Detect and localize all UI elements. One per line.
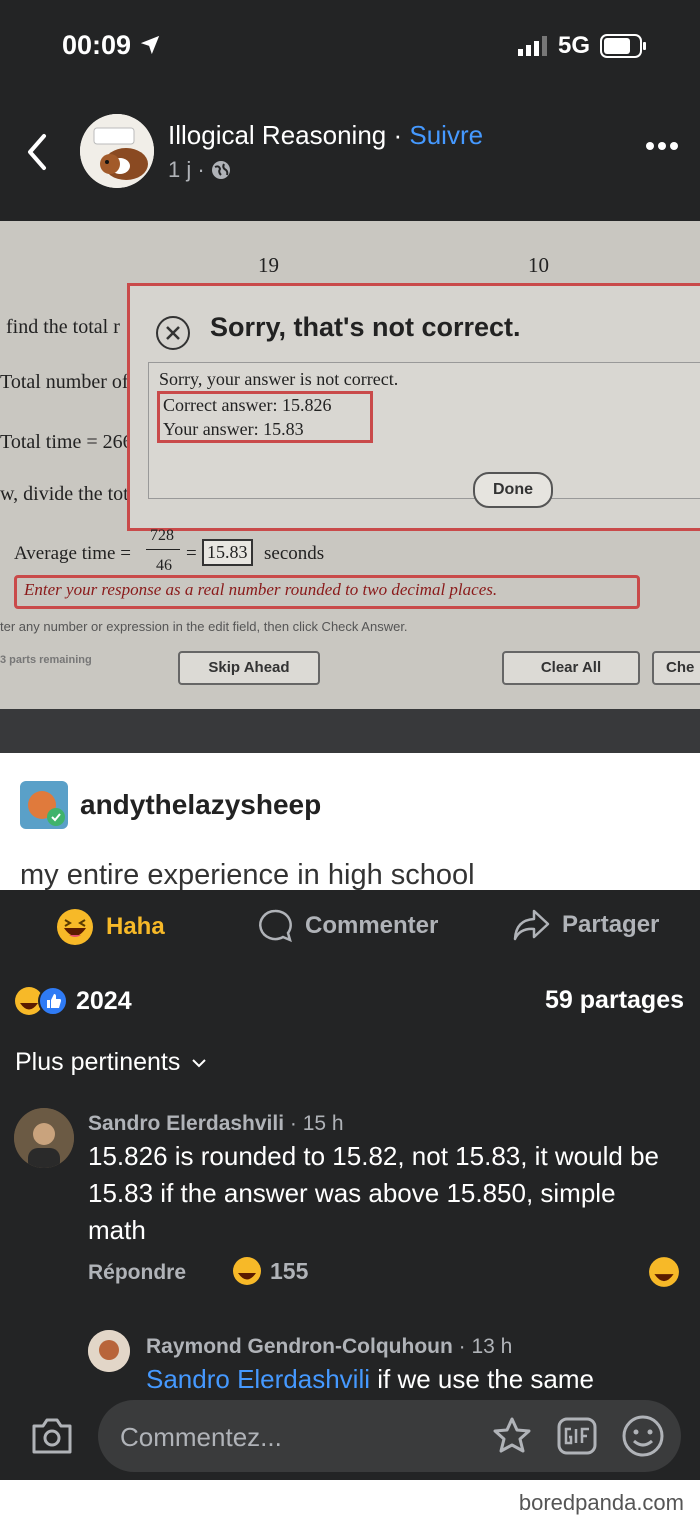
watermark-text: boredpanda.com [518, 1490, 684, 1515]
clock-text: 00:09 [62, 30, 132, 60]
post-photo[interactable]: 19 10 find the total r Total number of T… [0, 221, 700, 753]
comment-filter[interactable]: Plus pertinents [15, 1048, 208, 1077]
author-name: Raymond Gendron-Colquhoun [146, 1335, 453, 1358]
dialog-body: Sorry, your answer is not correct. Corre… [148, 362, 700, 499]
comment-text: 15.826 is rounded to 15.82, not 15.83, i… [88, 1141, 659, 1245]
formula-equals: = [186, 543, 197, 564]
comment-author[interactable]: Sandro Elerdashvili · 15 h [88, 1112, 344, 1136]
haha-emoji-icon [233, 1257, 261, 1285]
share-label: Partager [562, 911, 660, 938]
photo-left-line-4: w, divide the tota [0, 483, 138, 505]
photo-number-left: 19 [258, 253, 279, 277]
filter-label: Plus pertinents [15, 1048, 181, 1076]
more-icon[interactable] [644, 140, 680, 152]
comment-placeholder: Commentez... [120, 1422, 282, 1452]
person-photo [88, 1330, 130, 1372]
answer-highlight-box [157, 391, 373, 443]
share-count[interactable]: 59 partages [545, 986, 684, 1015]
smiley-icon[interactable] [621, 1414, 665, 1458]
follow-button[interactable]: Suivre [409, 120, 483, 150]
photo-left-line-1: find the total r [6, 316, 120, 338]
instruction-text: Enter your response as a real number rou… [24, 580, 498, 599]
comment-reaction-count: 155 [270, 1257, 309, 1284]
status-bar-indicators: 5G [517, 32, 648, 60]
separator: · [386, 120, 410, 150]
close-circle-icon [156, 316, 190, 350]
skip-ahead-button[interactable]: Skip Ahead [178, 651, 320, 685]
share-button[interactable]: Partager [512, 908, 659, 942]
page-avatar[interactable] [80, 114, 154, 188]
signal-icon [517, 36, 547, 56]
formula-denominator: 46 [156, 557, 172, 574]
photo-left-line-3: Total time = 266 [0, 431, 133, 453]
dialog-message: Sorry, your answer is not correct. [159, 369, 399, 389]
haha-button[interactable]: Haha [56, 908, 165, 946]
reaction-summary[interactable]: 2024 [14, 986, 132, 1016]
back-arrow-icon[interactable] [22, 130, 50, 174]
username[interactable]: andythelazysheep [80, 789, 321, 821]
dog-image [80, 114, 154, 188]
formula-prefix: Average time = [14, 543, 131, 564]
camera-icon[interactable] [30, 1416, 74, 1456]
photo-number-right: 10 [528, 253, 549, 277]
repost-caption-card: andythelazysheep my entire experience in… [0, 753, 700, 891]
user-avatar[interactable] [20, 781, 68, 829]
reply-author[interactable]: Raymond Gendron-Colquhoun · 13 h [146, 1335, 512, 1359]
formula-numerator: 728 [150, 527, 174, 544]
comment-label: Commenter [305, 912, 439, 939]
author-name: Sandro Elerdashvili [88, 1112, 285, 1135]
parts-remaining: 3 parts remaining [0, 654, 92, 666]
reply-text: Sandro Elerdashvili if we use the same [146, 1361, 594, 1398]
haha-emoji-icon [57, 909, 93, 945]
comment-button[interactable]: Commenter [257, 908, 438, 944]
error-dialog: Sorry, that's not correct. Sorry, your a… [127, 283, 700, 531]
comment-reactions[interactable]: 155 [232, 1256, 308, 1286]
comment-time: · 13 h [452, 1335, 513, 1358]
page-name[interactable]: Illogical Reasoning [168, 120, 386, 150]
gif-icon[interactable] [556, 1416, 598, 1456]
clear-all-button[interactable]: Clear All [502, 651, 640, 685]
post-timestamp[interactable]: 1 j · [168, 157, 205, 183]
reply-author-avatar[interactable] [88, 1330, 130, 1372]
formula-suffix: seconds [264, 543, 325, 564]
comment-time: · 15 h [284, 1112, 344, 1135]
sticker-icon[interactable] [490, 1416, 534, 1456]
share-arrow-icon [513, 909, 550, 941]
fraction-bar [146, 549, 180, 550]
reaction-count: 2024 [76, 986, 132, 1015]
check-answer-button[interactable]: Che [652, 651, 700, 685]
globe-icon [211, 161, 230, 179]
post-meta: 1 j · [168, 157, 231, 183]
dialog-title: Sorry, that's not correct. [210, 312, 521, 342]
post-header-title: Illogical Reasoning · Suivre [168, 120, 483, 151]
comment-input[interactable]: Commentez... [98, 1400, 681, 1472]
hint-text: ter any number or expression in the edit… [0, 619, 408, 634]
person-photo [14, 1108, 74, 1168]
caption-text: my entire experience in high school [20, 859, 475, 891]
photo-left-line-2: Total number of [0, 371, 129, 393]
laptop-bezel [0, 709, 700, 753]
mention-link[interactable]: Sandro Elerdashvili [146, 1364, 370, 1394]
like-icon [38, 986, 68, 1016]
haha-label: Haha [106, 913, 165, 940]
status-bar-time: 00:09 [62, 30, 161, 61]
answer-input[interactable]: 15.83 [202, 539, 253, 566]
done-button[interactable]: Done [473, 472, 553, 508]
location-arrow-icon [140, 35, 159, 55]
comment-bubble-icon [259, 909, 292, 943]
react-haha-icon[interactable] [648, 1256, 680, 1288]
network-label: 5G [557, 32, 590, 59]
commenter-avatar[interactable] [14, 1108, 74, 1168]
watermark-bar: boredpanda.com [0, 1480, 700, 1525]
reply-button[interactable]: Répondre [88, 1261, 186, 1285]
reply-body: if we use the same [370, 1364, 595, 1394]
sheep-avatar-icon [28, 791, 65, 826]
battery-icon [600, 34, 646, 58]
chevron-down-icon [192, 1058, 207, 1067]
